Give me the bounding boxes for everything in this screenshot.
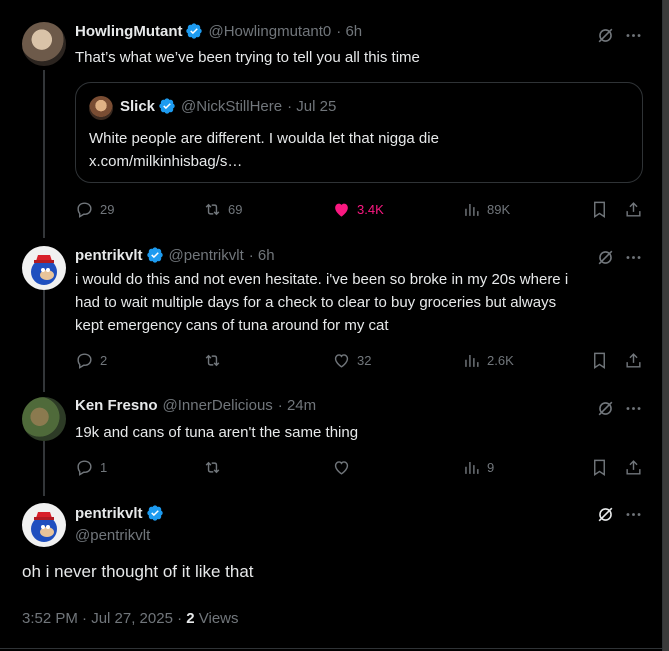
bookmark-button[interactable] — [590, 351, 609, 370]
reply-button[interactable]: 1 — [75, 458, 107, 477]
author-name[interactable]: Ken Fresno — [75, 397, 158, 414]
divider — [662, 0, 663, 651]
timestamp[interactable]: · 24m — [278, 397, 316, 414]
like-icon — [334, 461, 349, 475]
share-icon — [626, 353, 641, 368]
author-handle[interactable]: @Howlingmutant0 — [208, 23, 331, 40]
views-count: 2 — [186, 610, 195, 627]
like-count: 3.4K — [357, 202, 384, 217]
author-name[interactable]: HowlingMutant — [75, 23, 182, 40]
share-button[interactable] — [624, 200, 643, 219]
like-icon — [334, 354, 349, 368]
quote-tweet-card[interactable]: Slick @NickStillHere · Jul 25 White peop… — [75, 82, 643, 183]
thread-line — [43, 290, 45, 392]
repost-button[interactable] — [203, 351, 222, 370]
repost-count: 69 — [228, 202, 243, 217]
grok-icon[interactable] — [594, 246, 616, 268]
reply-icon — [77, 460, 92, 476]
tweet-meta: 3:52 PM · Jul 27, 2025 · 2 Views — [22, 610, 239, 627]
avatar[interactable] — [22, 22, 66, 66]
divider — [0, 648, 662, 649]
tweet-text: 19k and cans of tuna aren't the same thi… — [75, 424, 359, 441]
tweet-text-line3: kept emergency cans of tuna around for m… — [75, 317, 389, 334]
like-icon-filled — [335, 203, 348, 217]
views-label: Views — [194, 610, 239, 627]
author-handle[interactable]: @pentrikvlt — [169, 247, 244, 264]
quote-author-handle: @NickStillHere — [181, 97, 283, 115]
share-button[interactable] — [624, 458, 643, 477]
thread-line — [43, 70, 45, 238]
bookmark-icon — [594, 459, 605, 476]
grok-icon[interactable] — [594, 503, 616, 525]
views-button[interactable]: 2.6K — [462, 351, 514, 370]
reply-button[interactable]: 29 — [75, 200, 114, 219]
tweet-timestamp[interactable]: 3:52 PM · Jul 27, 2025 · — [22, 610, 186, 627]
main-tweet-text: oh i never thought of it like that — [22, 562, 254, 581]
reply-count: 2 — [100, 353, 108, 368]
reply-count: 29 — [100, 202, 115, 217]
verified-badge-icon — [159, 98, 175, 114]
author-name[interactable]: pentrikvlt — [75, 247, 143, 264]
repost-icon — [205, 203, 220, 216]
verified-badge-icon — [186, 23, 203, 39]
bookmark-button[interactable] — [590, 200, 609, 219]
more-icon[interactable] — [622, 397, 644, 419]
tweet-text-line2: had to wait multiple days for a check to… — [75, 294, 557, 311]
views-icon — [465, 354, 479, 367]
quote-link[interactable]: x.com/milkinhisbag/s… — [89, 150, 242, 173]
quote-avatar — [89, 96, 113, 120]
bookmark-icon — [594, 201, 605, 218]
grok-icon[interactable] — [594, 24, 616, 46]
views-button[interactable]: 89K — [462, 200, 510, 219]
share-icon — [626, 460, 641, 475]
repost-button[interactable] — [203, 458, 222, 477]
views-icon — [465, 461, 479, 474]
author-name[interactable]: pentrikvlt — [75, 505, 143, 522]
window-frame-edge — [663, 0, 669, 651]
quote-author-name: Slick — [120, 97, 156, 115]
author-handle[interactable]: @pentrikvlt — [75, 527, 150, 544]
repost-icon — [205, 461, 220, 474]
share-icon — [626, 202, 641, 217]
avatar[interactable] — [22, 397, 66, 441]
tweet-text-line1: i would do this and not even hesitate. i… — [75, 271, 569, 288]
thread-line — [43, 441, 45, 496]
avatar[interactable] — [22, 503, 66, 547]
views-count: 89K — [487, 202, 511, 217]
like-count: 32 — [357, 353, 372, 368]
tweet-text: That’s what we’ve been trying to tell yo… — [75, 49, 420, 66]
timestamp[interactable]: · 6h — [336, 23, 362, 40]
reply-button[interactable]: 2 — [75, 351, 107, 370]
views-button[interactable]: 9 — [462, 458, 494, 477]
quote-timestamp: · Jul 25 — [287, 97, 337, 115]
quote-text-line1: White people are different. I woulda let… — [89, 130, 439, 147]
verified-badge-icon — [146, 247, 163, 263]
like-button[interactable] — [332, 458, 351, 477]
bookmark-icon — [594, 352, 605, 369]
views-count: 9 — [487, 460, 495, 475]
author-handle[interactable]: @InnerDelicious — [163, 397, 273, 414]
timestamp[interactable]: · 6h — [249, 247, 275, 264]
repost-icon — [205, 354, 220, 367]
reply-icon — [77, 353, 92, 369]
avatar[interactable] — [22, 246, 66, 290]
views-count: 2.6K — [487, 353, 514, 368]
like-button[interactable]: 3.4K — [332, 200, 384, 219]
more-icon[interactable] — [622, 24, 644, 46]
reply-icon — [77, 202, 92, 218]
views-icon — [465, 203, 479, 216]
verified-badge-icon — [146, 505, 163, 521]
like-button[interactable]: 32 — [332, 351, 371, 370]
bookmark-button[interactable] — [590, 458, 609, 477]
more-icon[interactable] — [622, 246, 644, 268]
grok-icon[interactable] — [594, 397, 616, 419]
share-button[interactable] — [624, 351, 643, 370]
reply-count: 1 — [100, 460, 108, 475]
more-icon[interactable] — [622, 503, 644, 525]
repost-button[interactable]: 69 — [203, 200, 242, 219]
